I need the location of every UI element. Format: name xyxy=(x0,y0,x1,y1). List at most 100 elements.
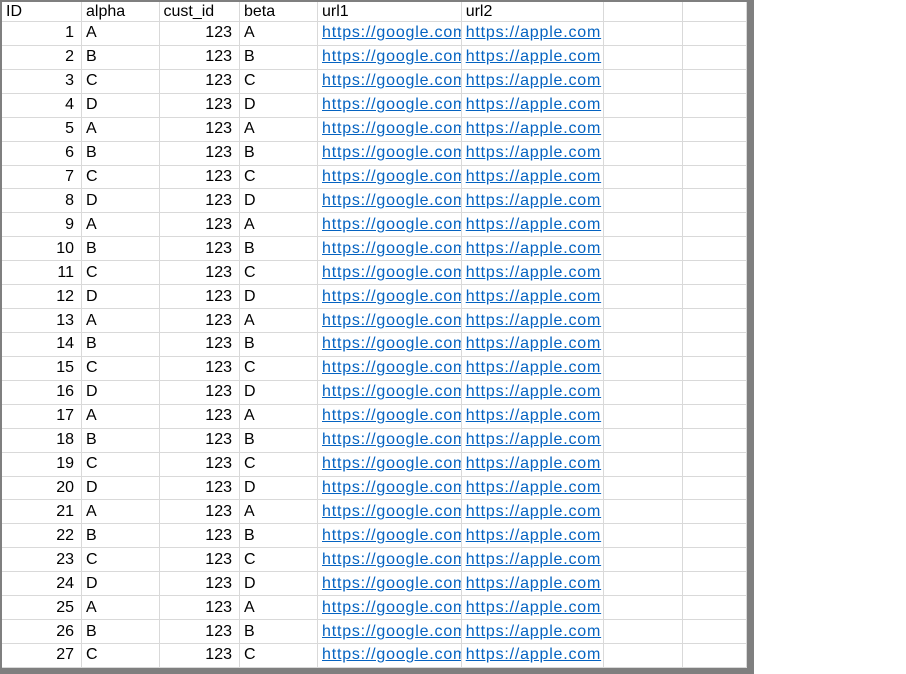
cell-empty-2[interactable] xyxy=(683,46,747,70)
cell-id[interactable]: 23 xyxy=(2,548,82,572)
cell-empty-1[interactable] xyxy=(604,429,683,453)
cell-empty-1[interactable] xyxy=(604,118,683,142)
cell-empty-1[interactable] xyxy=(604,309,683,333)
url1-link[interactable]: https://google.com xyxy=(322,335,462,353)
cell-id[interactable]: 10 xyxy=(2,237,82,261)
cell-cust-id[interactable]: 123 xyxy=(160,189,241,213)
cell-id[interactable]: 11 xyxy=(2,261,82,285)
cell-url2[interactable]: https://apple.com xyxy=(462,453,604,477)
url2-link[interactable]: https://apple.com xyxy=(466,455,601,473)
url2-link[interactable]: https://apple.com xyxy=(466,168,601,186)
cell-id[interactable]: 16 xyxy=(2,381,82,405)
cell-id[interactable]: 8 xyxy=(2,189,82,213)
cell-url2[interactable]: https://apple.com xyxy=(462,548,604,572)
cell-alpha[interactable]: A xyxy=(82,596,160,620)
cell-url1[interactable]: https://google.com xyxy=(318,118,462,142)
url2-link[interactable]: https://apple.com xyxy=(466,527,601,545)
cell-url1[interactable]: https://google.com xyxy=(318,524,462,548)
cell-url2[interactable]: https://apple.com xyxy=(462,213,604,237)
cell-beta[interactable]: D xyxy=(240,285,318,309)
cell-empty-2[interactable] xyxy=(683,213,747,237)
cell-alpha[interactable]: D xyxy=(82,285,160,309)
url1-link[interactable]: https://google.com xyxy=(322,120,462,138)
cell-cust-id[interactable]: 123 xyxy=(160,309,241,333)
cell-url2[interactable]: https://apple.com xyxy=(462,94,604,118)
cell-cust-id[interactable]: 123 xyxy=(160,524,241,548)
url1-link[interactable]: https://google.com xyxy=(322,646,462,664)
cell-url1[interactable]: https://google.com xyxy=(318,405,462,429)
cell-url1[interactable]: https://google.com xyxy=(318,22,462,46)
url2-link[interactable]: https://apple.com xyxy=(466,479,601,497)
cell-cust-id[interactable]: 123 xyxy=(160,166,241,190)
cell-url2[interactable]: https://apple.com xyxy=(462,237,604,261)
url1-link[interactable]: https://google.com xyxy=(322,383,462,401)
cell-id[interactable]: 27 xyxy=(2,644,82,668)
url2-link[interactable]: https://apple.com xyxy=(466,192,601,210)
cell-url1[interactable]: https://google.com xyxy=(318,572,462,596)
cell-beta[interactable]: A xyxy=(240,213,318,237)
cell-url2[interactable]: https://apple.com xyxy=(462,22,604,46)
url2-link[interactable]: https://apple.com xyxy=(466,216,601,234)
cell-empty-2[interactable] xyxy=(683,524,747,548)
cell-url1[interactable]: https://google.com xyxy=(318,189,462,213)
cell-id[interactable]: 6 xyxy=(2,142,82,166)
header-cell-empty-1[interactable] xyxy=(604,2,683,22)
cell-id[interactable]: 14 xyxy=(2,333,82,357)
cell-alpha[interactable]: B xyxy=(82,524,160,548)
cell-id[interactable]: 7 xyxy=(2,166,82,190)
cell-url1[interactable]: https://google.com xyxy=(318,644,462,668)
cell-id[interactable]: 17 xyxy=(2,405,82,429)
cell-empty-2[interactable] xyxy=(683,333,747,357)
cell-id[interactable]: 3 xyxy=(2,70,82,94)
cell-cust-id[interactable]: 123 xyxy=(160,596,241,620)
cell-beta[interactable]: A xyxy=(240,309,318,333)
cell-alpha[interactable]: B xyxy=(82,46,160,70)
cell-id[interactable]: 15 xyxy=(2,357,82,381)
cell-empty-1[interactable] xyxy=(604,94,683,118)
cell-beta[interactable]: A xyxy=(240,596,318,620)
cell-id[interactable]: 4 xyxy=(2,94,82,118)
cell-alpha[interactable]: A xyxy=(82,22,160,46)
cell-alpha[interactable]: A xyxy=(82,309,160,333)
url1-link[interactable]: https://google.com xyxy=(322,264,462,282)
cell-cust-id[interactable]: 123 xyxy=(160,237,241,261)
cell-empty-2[interactable] xyxy=(683,548,747,572)
url1-link[interactable]: https://google.com xyxy=(322,240,462,258)
cell-empty-2[interactable] xyxy=(683,237,747,261)
cell-cust-id[interactable]: 123 xyxy=(160,94,241,118)
cell-empty-2[interactable] xyxy=(683,189,747,213)
cell-beta[interactable]: D xyxy=(240,572,318,596)
cell-url1[interactable]: https://google.com xyxy=(318,333,462,357)
url2-link[interactable]: https://apple.com xyxy=(466,24,601,42)
cell-empty-1[interactable] xyxy=(604,453,683,477)
url1-link[interactable]: https://google.com xyxy=(322,503,462,521)
cell-empty-2[interactable] xyxy=(683,477,747,501)
cell-empty-2[interactable] xyxy=(683,644,747,668)
header-cell-cust-id[interactable]: cust_id xyxy=(160,2,241,22)
cell-empty-2[interactable] xyxy=(683,70,747,94)
url1-link[interactable]: https://google.com xyxy=(322,431,462,449)
cell-url2[interactable]: https://apple.com xyxy=(462,429,604,453)
url1-link[interactable]: https://google.com xyxy=(322,216,462,234)
url2-link[interactable]: https://apple.com xyxy=(466,359,601,377)
cell-beta[interactable]: D xyxy=(240,477,318,501)
cell-url2[interactable]: https://apple.com xyxy=(462,118,604,142)
cell-id[interactable]: 1 xyxy=(2,22,82,46)
url1-link[interactable]: https://google.com xyxy=(322,575,462,593)
cell-empty-2[interactable] xyxy=(683,500,747,524)
cell-cust-id[interactable]: 123 xyxy=(160,572,241,596)
cell-cust-id[interactable]: 123 xyxy=(160,285,241,309)
url1-link[interactable]: https://google.com xyxy=(322,527,462,545)
cell-url1[interactable]: https://google.com xyxy=(318,94,462,118)
cell-url1[interactable]: https://google.com xyxy=(318,213,462,237)
cell-empty-1[interactable] xyxy=(604,572,683,596)
cell-url2[interactable]: https://apple.com xyxy=(462,500,604,524)
cell-url2[interactable]: https://apple.com xyxy=(462,309,604,333)
url2-link[interactable]: https://apple.com xyxy=(466,48,601,66)
cell-alpha[interactable]: C xyxy=(82,644,160,668)
cell-url2[interactable]: https://apple.com xyxy=(462,620,604,644)
cell-url2[interactable]: https://apple.com xyxy=(462,572,604,596)
url1-link[interactable]: https://google.com xyxy=(322,288,462,306)
cell-id[interactable]: 13 xyxy=(2,309,82,333)
cell-url1[interactable]: https://google.com xyxy=(318,453,462,477)
